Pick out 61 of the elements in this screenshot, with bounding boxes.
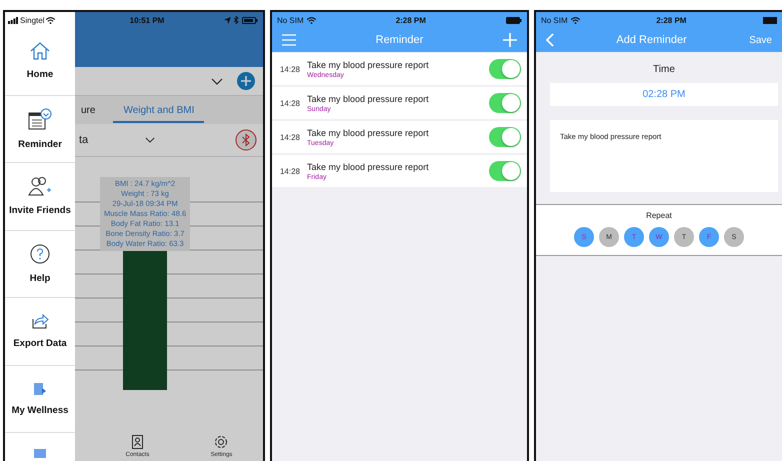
chevron-down-icon[interactable] (145, 137, 155, 143)
chart-icon[interactable] (33, 448, 47, 458)
drawer-label[interactable]: Reminder (18, 138, 62, 150)
bluetooth-icon[interactable] (234, 129, 257, 151)
drawer-label[interactable]: Export Data (13, 338, 67, 350)
drawer-item[interactable]: Help (5, 230, 75, 298)
reminder-title: Take my blood pressure report (307, 128, 430, 138)
toggle-switch[interactable] (488, 59, 521, 79)
document-icon (33, 382, 47, 396)
drawer-item[interactable]: Invite Friends (5, 163, 75, 230)
drawer-label[interactable]: Help (30, 272, 50, 284)
repeat-label: Repeat (646, 211, 672, 220)
location-icon (224, 16, 231, 24)
wifi-icon (570, 16, 580, 24)
screen-title: Reminder (376, 34, 424, 46)
reminder-title: Take my blood pressure report (307, 162, 430, 172)
carrier-name: No SIM (540, 16, 568, 24)
selector-text[interactable]: ta (79, 134, 145, 146)
battery-icon (763, 16, 777, 24)
reminder-time: 14:28 (280, 98, 300, 108)
toggle-switch[interactable] (488, 93, 521, 113)
people-icon (28, 176, 52, 196)
drawer-item[interactable]: My Wellness (5, 366, 75, 433)
wifi-icon (46, 16, 56, 24)
menu-icon[interactable] (282, 34, 296, 46)
share-icon (31, 313, 49, 330)
drawer-label[interactable]: My Wellness (12, 404, 68, 416)
status-time: 10:51 PM (130, 16, 164, 24)
drawer-item[interactable]: Reminder (5, 96, 75, 163)
tab[interactable]: ure (75, 98, 102, 122)
calendar-icon (28, 108, 52, 130)
status-time: 2:28 PM (396, 16, 426, 24)
chevron-down-icon[interactable] (210, 78, 223, 84)
home-icon (30, 42, 50, 60)
help-icon (30, 244, 50, 264)
back-icon[interactable] (546, 33, 554, 47)
toggle-switch[interactable] (488, 161, 521, 181)
drawer-item[interactable]: Home (5, 28, 75, 96)
add-icon[interactable] (236, 72, 255, 90)
battery-icon (506, 16, 522, 24)
toggle-switch[interactable] (488, 127, 521, 147)
time-label: Time (653, 64, 675, 75)
signal-icon (8, 16, 18, 24)
contacts-icon[interactable] (131, 435, 144, 449)
reminder-title: Take my blood pressure report (307, 94, 430, 104)
drawer-label[interactable]: Invite Friends (9, 205, 71, 216)
carrier-name: Singtel (20, 16, 44, 24)
drawer-label[interactable]: Home (26, 69, 54, 80)
drawer-item[interactable]: Export Data (5, 298, 75, 366)
battery-icon (242, 16, 258, 24)
reminder-time: 14:28 (280, 132, 300, 142)
screen-title: Add Reminder (616, 34, 687, 46)
wifi-icon (306, 16, 316, 24)
carrier-name: No SIM (276, 16, 304, 24)
settings-icon[interactable] (214, 435, 228, 449)
status-time: 2:28 PM (656, 16, 686, 24)
reminder-time: 14:28 (280, 166, 300, 176)
add-icon[interactable] (502, 33, 517, 47)
reminder-time: 14:28 (280, 64, 300, 74)
reminder-title: Take my blood pressure report (307, 60, 430, 70)
bluetooth-icon (234, 16, 239, 24)
